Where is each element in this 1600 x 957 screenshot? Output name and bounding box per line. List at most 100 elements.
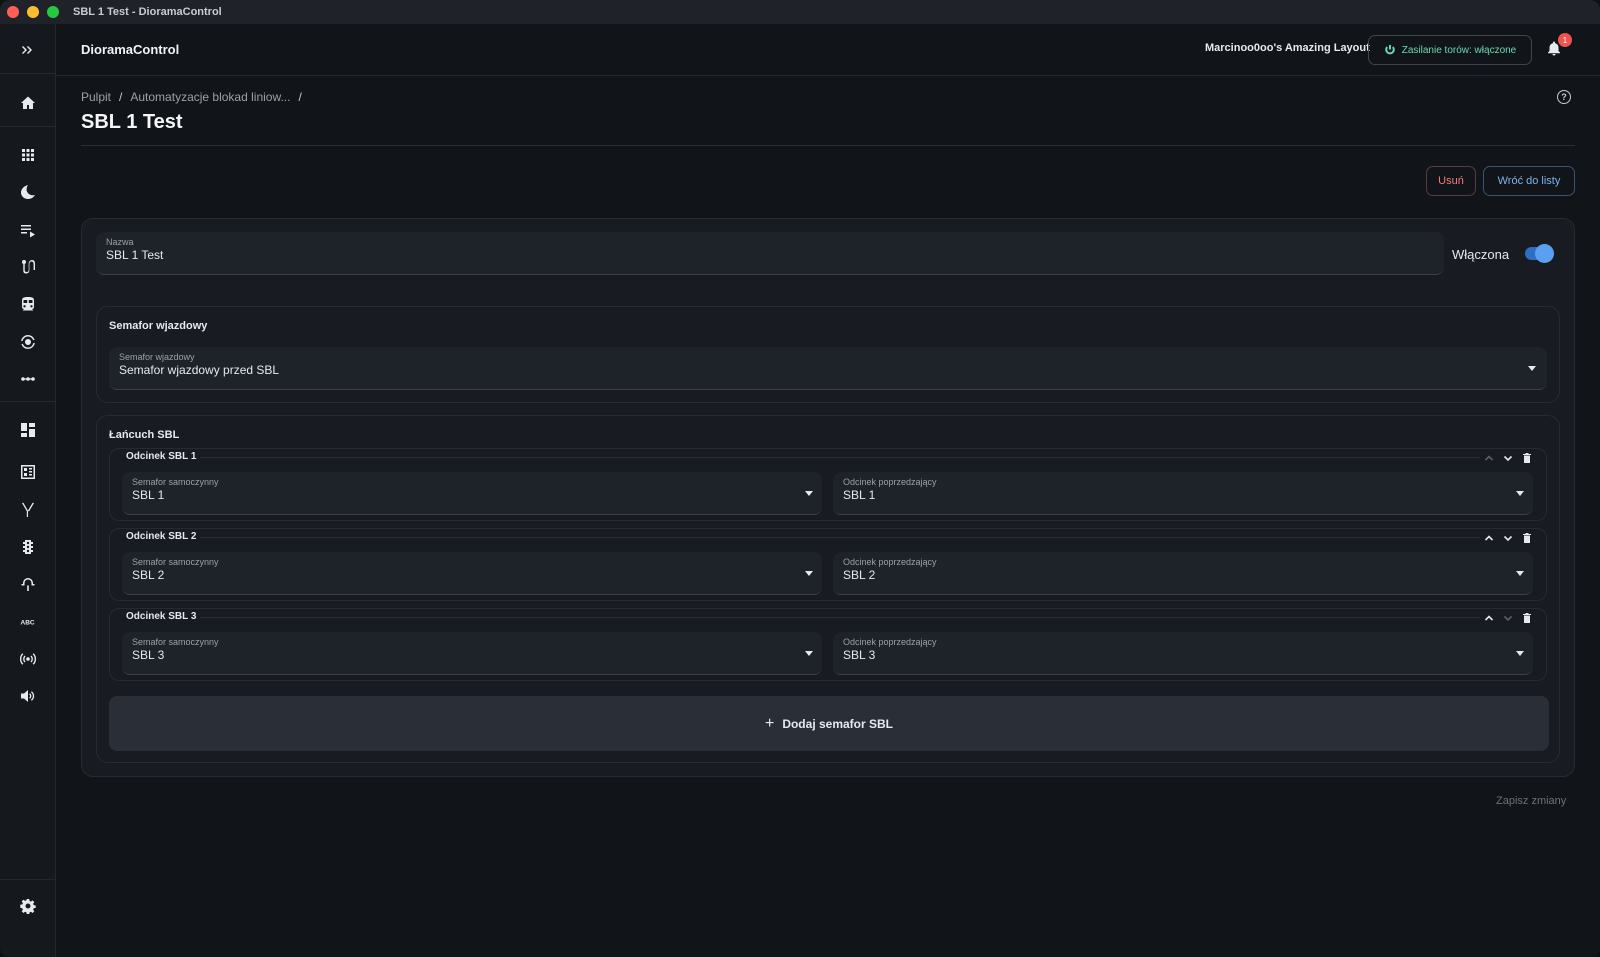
semaphore-value: SBL 1 <box>132 488 165 502</box>
expand-icon[interactable] <box>18 40 38 60</box>
sidebar-divider <box>0 401 56 402</box>
previous-segment-value: SBL 3 <box>843 648 876 662</box>
delete-segment-button[interactable] <box>1520 611 1534 625</box>
move-down-button[interactable] <box>1501 611 1515 625</box>
breadcrumb-separator: / <box>119 90 123 104</box>
abc-icon[interactable]: ABC <box>18 612 38 632</box>
previous-segment-label: Odcinek poprzedzający <box>843 557 937 567</box>
route-icon[interactable] <box>18 257 38 277</box>
top-bar: DioramaControl Marcinoo0oo's Amazing Lay… <box>56 24 1600 76</box>
previous-segment-value: SBL 2 <box>843 568 876 582</box>
moon-icon[interactable] <box>18 182 38 202</box>
track-power-button[interactable]: Zasilanie torów: włączone <box>1368 35 1532 65</box>
maximize-window-button[interactable] <box>47 6 59 18</box>
chevron-down-icon <box>1503 455 1513 462</box>
sidebar-divider <box>0 879 56 880</box>
app-window: SBL 1 Test - DioramaControl ABC DioramaC… <box>0 0 1600 957</box>
previous-segment-label: Odcinek poprzedzający <box>843 637 937 647</box>
svg-text:ABC: ABC <box>21 620 35 627</box>
segment-divider <box>200 617 1480 618</box>
delete-segment-button[interactable] <box>1520 451 1534 465</box>
name-field[interactable]: Nazwa SBL 1 Test <box>96 232 1444 275</box>
name-field-value: SBL 1 Test <box>106 248 164 262</box>
segment-divider <box>200 537 1480 538</box>
previous-segment-select[interactable]: Odcinek poprzedzający SBL 3 <box>833 632 1533 675</box>
app-name: DioramaControl <box>81 42 180 57</box>
delete-segment-button[interactable] <box>1520 531 1534 545</box>
semaphore-label: Semafor samoczynny <box>132 637 219 647</box>
sidebar-divider <box>0 73 56 74</box>
semaphore-select[interactable]: Semafor samoczynny SBL 3 <box>122 632 822 675</box>
move-up-button[interactable] <box>1482 611 1496 625</box>
move-up-button[interactable] <box>1482 451 1496 465</box>
title-bar: SBL 1 Test - DioramaControl <box>0 0 1600 24</box>
move-down-button[interactable] <box>1501 531 1515 545</box>
notification-badge: 1 <box>1558 33 1572 47</box>
window-title: SBL 1 Test - DioramaControl <box>73 6 222 18</box>
layout-name[interactable]: Marcinoo0oo's Amazing Layout <box>1205 42 1370 54</box>
minimize-window-button[interactable] <box>27 6 39 18</box>
segment-divider <box>200 457 1480 458</box>
entry-semaphore-label: Semafor wjazdowy <box>119 352 195 362</box>
previous-segment-label: Odcinek poprzedzający <box>843 477 937 487</box>
move-up-button[interactable] <box>1482 531 1496 545</box>
trash-icon <box>1523 453 1531 463</box>
entry-semaphore-select[interactable]: Semafor wjazdowy Semafor wjazdowy przed … <box>109 347 1547 390</box>
train-icon[interactable] <box>18 294 38 314</box>
semaphore-label: Semafor samoczynny <box>132 477 219 487</box>
semaphore-value: SBL 3 <box>132 648 165 662</box>
switch-icon[interactable] <box>18 500 38 520</box>
home-icon[interactable] <box>18 93 38 113</box>
breadcrumb-item-pulpit[interactable]: Pulpit <box>81 90 111 104</box>
title-divider <box>81 145 1575 146</box>
enabled-toggle-knob[interactable] <box>1535 244 1554 263</box>
add-sbl-semaphore-button[interactable]: + Dodaj semafor SBL <box>109 696 1549 751</box>
chevron-down-icon <box>1516 651 1524 656</box>
grid-icon[interactable] <box>18 145 38 165</box>
playlist-icon[interactable] <box>18 220 38 240</box>
dashboard-icon[interactable] <box>18 420 38 440</box>
semaphore-label: Semafor samoczynny <box>132 557 219 567</box>
more-icon[interactable] <box>18 369 38 389</box>
move-down-button[interactable] <box>1501 451 1515 465</box>
chevron-down-icon <box>1516 491 1524 496</box>
window-controls <box>7 6 59 18</box>
chevron-down-icon <box>1528 366 1536 371</box>
previous-segment-select[interactable]: Odcinek poprzedzający SBL 2 <box>833 552 1533 595</box>
segment-title: Odcinek SBL 2 <box>126 531 197 542</box>
trash-icon <box>1523 533 1531 543</box>
previous-segment-select[interactable]: Odcinek poprzedzający SBL 1 <box>833 472 1533 515</box>
back-to-list-button[interactable]: Wróć do listy <box>1483 166 1575 196</box>
segment-title: Odcinek SBL 1 <box>126 451 197 462</box>
add-sbl-label: Dodaj semafor SBL <box>782 716 894 731</box>
power-icon <box>1384 45 1395 55</box>
delete-button[interactable]: Usuń <box>1426 166 1476 196</box>
close-window-button[interactable] <box>7 6 19 18</box>
entry-semaphore-value: Semafor wjazdowy przed SBL <box>119 363 280 377</box>
chevron-up-icon <box>1484 455 1494 461</box>
track-power-label: Zasilanie torów: włączone <box>1401 44 1517 56</box>
broadcast-icon[interactable] <box>18 649 38 669</box>
save-changes-button[interactable]: Zapisz zmiany <box>1496 795 1566 807</box>
name-field-label: Nazwa <box>106 237 134 247</box>
speaker-icon[interactable] <box>18 686 38 706</box>
page-title: SBL 1 Test <box>81 111 183 133</box>
chevron-up-icon <box>1484 535 1494 541</box>
sidebar: ABC <box>0 24 56 957</box>
semaphore-value: SBL 2 <box>132 568 165 582</box>
crossing-icon[interactable] <box>18 574 38 594</box>
chevron-down-icon <box>1503 615 1513 622</box>
semaphore-select[interactable]: Semafor samoczynny SBL 1 <box>122 472 822 515</box>
breadcrumb-item-automations[interactable]: Automatyzacje blokad liniow... <box>130 90 290 104</box>
help-icon[interactable]: ? <box>1557 90 1571 104</box>
automation-icon[interactable] <box>18 332 38 352</box>
previous-segment-value: SBL 1 <box>843 488 876 502</box>
breadcrumb-separator: / <box>298 90 302 104</box>
settings-icon[interactable] <box>18 896 38 916</box>
panel-icon[interactable] <box>18 462 38 482</box>
trash-icon <box>1523 613 1531 623</box>
plus-icon: + <box>764 714 775 732</box>
traffic-light-icon[interactable] <box>18 537 38 557</box>
semaphore-select[interactable]: Semafor samoczynny SBL 2 <box>122 552 822 595</box>
chevron-down-icon <box>805 491 813 496</box>
